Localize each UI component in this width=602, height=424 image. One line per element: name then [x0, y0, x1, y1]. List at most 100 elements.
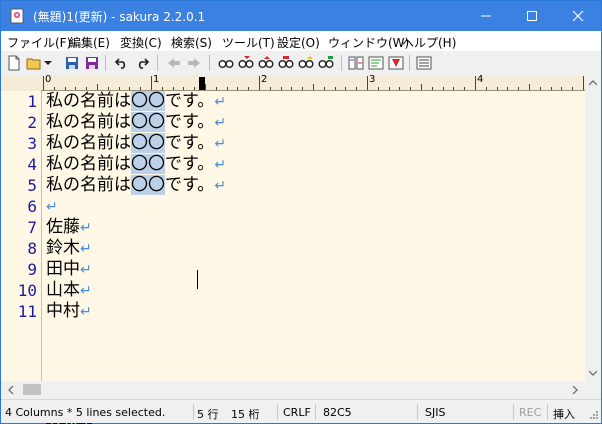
menu-help[interactable]: ヘルプ(H)	[402, 34, 456, 51]
scroll-right-arrow[interactable]	[567, 382, 583, 397]
ruler-ticks	[43, 76, 584, 90]
line-text-before: 私の名前は	[46, 133, 131, 153]
menu-convert[interactable]: 変換(C)	[120, 34, 162, 51]
title-bar[interactable]: (無題)1(更新) - sakura 2.2.0.1	[1, 1, 601, 31]
status-column[interactable]: 15 桁	[231, 406, 260, 422]
line-text-before: 鈴木	[46, 238, 80, 258]
scroll-left-arrow[interactable]	[3, 382, 19, 397]
line-number: 9	[27, 260, 37, 279]
column-ruler[interactable]: 0 1 2 3 4	[41, 75, 585, 91]
line-number: 10	[17, 281, 37, 300]
line-number: 4	[27, 155, 37, 174]
status-char-code: 82C5	[323, 406, 352, 419]
toolbar-separator	[409, 55, 410, 71]
search-mark-icon[interactable]	[297, 54, 315, 72]
outline-icon[interactable]	[367, 54, 385, 72]
scrollbar-corner	[585, 381, 601, 398]
newline-mark-icon: ↵	[46, 199, 58, 215]
ruler-label: 1	[153, 75, 160, 85]
line-text-before: 私の名前は	[46, 91, 131, 111]
text-line[interactable]: 佐藤↵	[46, 217, 92, 238]
menu-bar: ファイル(F) 編集(E) 変換(C) 検索(S) ツール(T) 設定(O) ウ…	[1, 31, 601, 51]
vertical-scroll-track[interactable]	[587, 95, 599, 361]
line-number: 5	[27, 176, 37, 195]
ruler-corner	[1, 75, 41, 91]
horizontal-scrollbar[interactable]	[1, 381, 585, 398]
forward-icon[interactable]	[185, 54, 203, 72]
menu-window[interactable]: ウィンドウ(W)	[328, 34, 409, 51]
text-line[interactable]: 私の名前は〇〇です。↵	[46, 154, 226, 175]
text-line[interactable]: 中村↵	[46, 301, 92, 322]
menu-settings[interactable]: 設定(O)	[277, 34, 320, 51]
text-line[interactable]: 私の名前は〇〇です。↵	[46, 175, 226, 196]
close-button[interactable]	[555, 1, 601, 31]
status-divider	[547, 404, 548, 420]
dropdown-icon[interactable]	[43, 54, 53, 72]
scroll-down-arrow[interactable]	[585, 365, 601, 381]
line-number: 6	[27, 197, 37, 216]
save-as-icon[interactable]	[83, 54, 101, 72]
redo-icon[interactable]	[133, 54, 151, 72]
window-title: (無題)1(更新) - sakura 2.2.0.1	[33, 10, 206, 24]
text-line[interactable]: 田中↵	[46, 259, 92, 280]
selected-text: 〇〇	[131, 175, 165, 195]
ruler-label: 3	[369, 75, 376, 85]
menu-file[interactable]: ファイル(F)	[7, 34, 71, 51]
settings-icon[interactable]	[415, 54, 433, 72]
vertical-scrollbar[interactable]	[585, 75, 601, 381]
new-file-icon[interactable]	[5, 54, 23, 72]
text-line[interactable]: 私の名前は〇〇です。↵	[46, 91, 226, 112]
replace-icon[interactable]	[277, 54, 295, 72]
grep-icon[interactable]	[317, 54, 335, 72]
menu-tools[interactable]: ツール(T)	[222, 34, 275, 51]
undo-icon[interactable]	[113, 54, 131, 72]
text-line[interactable]: ↵	[46, 196, 58, 217]
ruler-cursor-marker	[199, 77, 205, 90]
status-row[interactable]: 5 行	[197, 406, 219, 422]
maximize-button[interactable]	[509, 1, 555, 31]
sakura-app-icon[interactable]	[9, 8, 25, 24]
newline-mark-icon: ↵	[80, 283, 92, 299]
line-text-after: です。	[165, 175, 215, 195]
line-text-after: です。	[165, 112, 215, 132]
line-text-before: 佐藤	[46, 217, 80, 237]
status-insert-mode[interactable]: 挿入	[553, 406, 575, 422]
size-grip-icon[interactable]	[587, 410, 599, 422]
line-text-before: 私の名前は	[46, 154, 131, 174]
menu-edit[interactable]: 編集(E)	[69, 34, 110, 51]
scroll-up-arrow[interactable]	[585, 75, 601, 91]
back-icon[interactable]	[165, 54, 183, 72]
tag-jump-icon[interactable]	[387, 54, 405, 72]
line-text-before: 山本	[46, 280, 80, 300]
text-line[interactable]: 山本↵	[46, 280, 92, 301]
menu-search[interactable]: 検索(S)	[171, 34, 212, 51]
ruler-label: 0	[45, 75, 52, 85]
search-prev-icon[interactable]	[237, 54, 255, 72]
text-caret	[197, 270, 198, 289]
newline-mark-icon: ↵	[214, 157, 227, 173]
status-divider	[193, 404, 194, 420]
line-text-after: です。	[165, 133, 215, 153]
status-encoding[interactable]: SJIS	[425, 406, 445, 419]
line-number: 7	[27, 218, 37, 237]
line-number: 11	[17, 302, 37, 321]
status-divider	[315, 404, 316, 420]
selected-text: 〇〇	[131, 133, 165, 153]
compare-icon[interactable]	[347, 54, 365, 72]
selected-text: 〇〇	[131, 112, 165, 132]
newline-mark-icon: ↵	[214, 136, 227, 152]
text-line[interactable]: 私の名前は〇〇です。↵	[46, 133, 226, 154]
status-newline[interactable]: CRLF	[283, 406, 311, 419]
status-bar: 4 Columns * 5 lines selected. 5 行 15 桁 C…	[1, 399, 601, 423]
search-icon[interactable]	[217, 54, 235, 72]
open-file-icon[interactable]	[25, 54, 43, 72]
minimize-button[interactable]	[463, 1, 509, 31]
search-next-icon[interactable]	[257, 54, 275, 72]
text-line[interactable]: 私の名前は〇〇です。↵	[46, 112, 226, 133]
newline-mark-icon: ↵	[214, 178, 227, 194]
save-icon[interactable]	[63, 54, 81, 72]
status-divider	[417, 404, 418, 420]
text-editor[interactable]: [EOF] 私の名前は〇〇です。↵私の名前は〇〇です。↵私の名前は〇〇です。↵私…	[42, 91, 585, 424]
text-line[interactable]: 鈴木↵	[46, 238, 92, 259]
horizontal-scroll-thumb[interactable]	[23, 384, 41, 395]
